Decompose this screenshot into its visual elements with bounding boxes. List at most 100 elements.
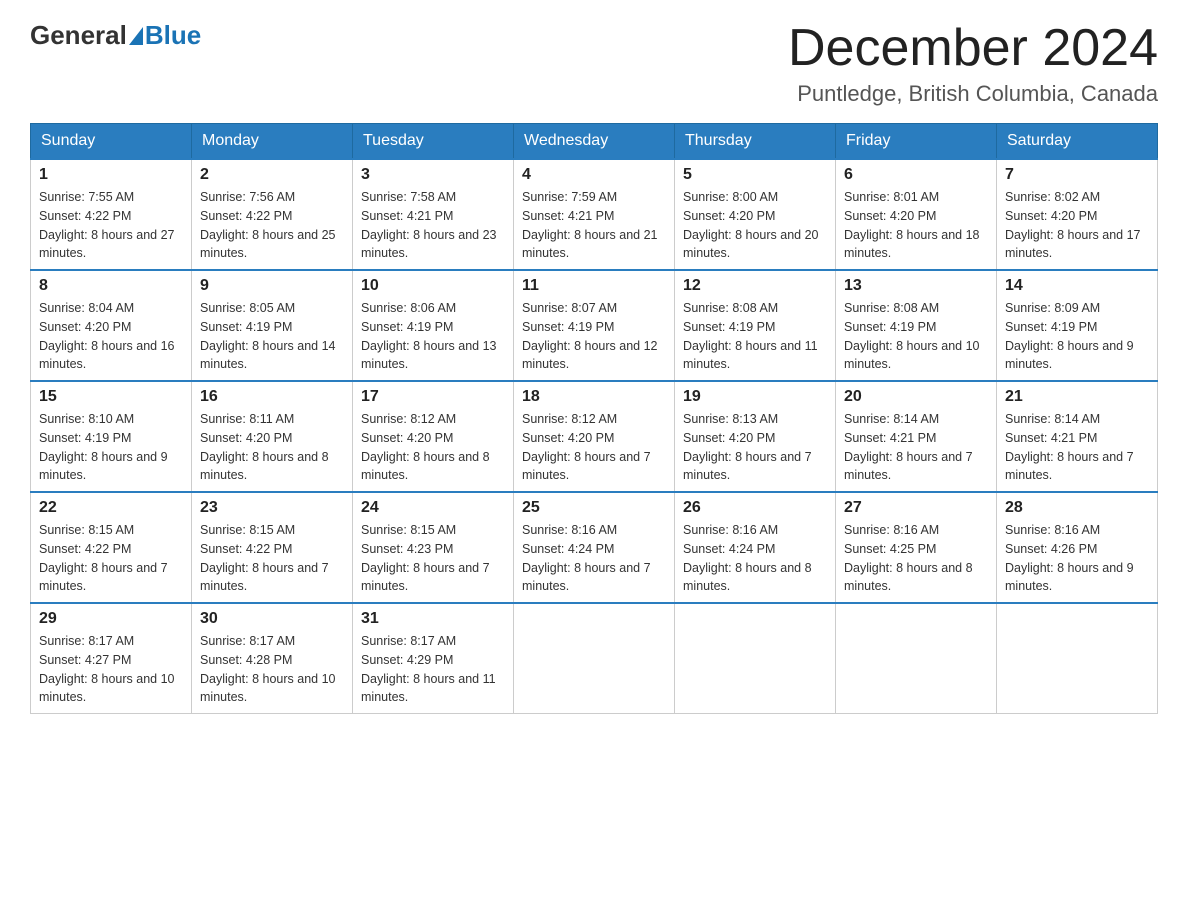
- col-monday: Monday: [192, 124, 353, 160]
- day-number: 4: [522, 166, 666, 184]
- day-info: Sunrise: 8:05 AM Sunset: 4:19 PM Dayligh…: [200, 299, 344, 374]
- day-number: 1: [39, 166, 183, 184]
- day-number: 26: [683, 499, 827, 517]
- day-info: Sunrise: 7:59 AM Sunset: 4:21 PM Dayligh…: [522, 188, 666, 263]
- day-number: 10: [361, 277, 505, 295]
- day-number: 22: [39, 499, 183, 517]
- day-info: Sunrise: 8:15 AM Sunset: 4:22 PM Dayligh…: [39, 521, 183, 596]
- day-number: 29: [39, 610, 183, 628]
- day-info: Sunrise: 8:09 AM Sunset: 4:19 PM Dayligh…: [1005, 299, 1149, 374]
- week-row-3: 15 Sunrise: 8:10 AM Sunset: 4:19 PM Dayl…: [31, 381, 1158, 492]
- day-number: 21: [1005, 388, 1149, 406]
- table-row: 11 Sunrise: 8:07 AM Sunset: 4:19 PM Dayl…: [514, 270, 675, 381]
- week-row-5: 29 Sunrise: 8:17 AM Sunset: 4:27 PM Dayl…: [31, 603, 1158, 714]
- day-info: Sunrise: 8:15 AM Sunset: 4:23 PM Dayligh…: [361, 521, 505, 596]
- day-number: 7: [1005, 166, 1149, 184]
- col-wednesday: Wednesday: [514, 124, 675, 160]
- table-row: 28 Sunrise: 8:16 AM Sunset: 4:26 PM Dayl…: [997, 492, 1158, 603]
- logo-blue-text: Blue: [145, 20, 201, 51]
- day-number: 27: [844, 499, 988, 517]
- table-row: 2 Sunrise: 7:56 AM Sunset: 4:22 PM Dayli…: [192, 159, 353, 270]
- table-row: 5 Sunrise: 8:00 AM Sunset: 4:20 PM Dayli…: [675, 159, 836, 270]
- day-info: Sunrise: 7:56 AM Sunset: 4:22 PM Dayligh…: [200, 188, 344, 263]
- logo-triangle-icon: [129, 27, 143, 45]
- table-row: 18 Sunrise: 8:12 AM Sunset: 4:20 PM Dayl…: [514, 381, 675, 492]
- day-number: 3: [361, 166, 505, 184]
- table-row: [675, 603, 836, 714]
- table-row: 9 Sunrise: 8:05 AM Sunset: 4:19 PM Dayli…: [192, 270, 353, 381]
- day-number: 24: [361, 499, 505, 517]
- day-info: Sunrise: 8:01 AM Sunset: 4:20 PM Dayligh…: [844, 188, 988, 263]
- day-number: 18: [522, 388, 666, 406]
- table-row: 3 Sunrise: 7:58 AM Sunset: 4:21 PM Dayli…: [353, 159, 514, 270]
- day-number: 16: [200, 388, 344, 406]
- title-area: December 2024 Puntledge, British Columbi…: [788, 20, 1158, 107]
- calendar-table: Sunday Monday Tuesday Wednesday Thursday…: [30, 123, 1158, 714]
- table-row: 21 Sunrise: 8:14 AM Sunset: 4:21 PM Dayl…: [997, 381, 1158, 492]
- day-info: Sunrise: 8:16 AM Sunset: 4:24 PM Dayligh…: [683, 521, 827, 596]
- table-row: [836, 603, 997, 714]
- day-info: Sunrise: 8:17 AM Sunset: 4:29 PM Dayligh…: [361, 632, 505, 707]
- page-header: General Blue December 2024 Puntledge, Br…: [30, 20, 1158, 107]
- day-info: Sunrise: 8:13 AM Sunset: 4:20 PM Dayligh…: [683, 410, 827, 485]
- day-info: Sunrise: 8:08 AM Sunset: 4:19 PM Dayligh…: [844, 299, 988, 374]
- day-info: Sunrise: 8:06 AM Sunset: 4:19 PM Dayligh…: [361, 299, 505, 374]
- table-row: 27 Sunrise: 8:16 AM Sunset: 4:25 PM Dayl…: [836, 492, 997, 603]
- day-number: 30: [200, 610, 344, 628]
- table-row: 19 Sunrise: 8:13 AM Sunset: 4:20 PM Dayl…: [675, 381, 836, 492]
- day-info: Sunrise: 8:11 AM Sunset: 4:20 PM Dayligh…: [200, 410, 344, 485]
- day-number: 5: [683, 166, 827, 184]
- table-row: 26 Sunrise: 8:16 AM Sunset: 4:24 PM Dayl…: [675, 492, 836, 603]
- day-info: Sunrise: 8:12 AM Sunset: 4:20 PM Dayligh…: [522, 410, 666, 485]
- day-info: Sunrise: 8:17 AM Sunset: 4:28 PM Dayligh…: [200, 632, 344, 707]
- day-number: 19: [683, 388, 827, 406]
- table-row: 31 Sunrise: 8:17 AM Sunset: 4:29 PM Dayl…: [353, 603, 514, 714]
- day-number: 23: [200, 499, 344, 517]
- table-row: 4 Sunrise: 7:59 AM Sunset: 4:21 PM Dayli…: [514, 159, 675, 270]
- table-row: 6 Sunrise: 8:01 AM Sunset: 4:20 PM Dayli…: [836, 159, 997, 270]
- table-row: 25 Sunrise: 8:16 AM Sunset: 4:24 PM Dayl…: [514, 492, 675, 603]
- day-number: 6: [844, 166, 988, 184]
- table-row: 13 Sunrise: 8:08 AM Sunset: 4:19 PM Dayl…: [836, 270, 997, 381]
- week-row-4: 22 Sunrise: 8:15 AM Sunset: 4:22 PM Dayl…: [31, 492, 1158, 603]
- table-row: 15 Sunrise: 8:10 AM Sunset: 4:19 PM Dayl…: [31, 381, 192, 492]
- day-info: Sunrise: 8:15 AM Sunset: 4:22 PM Dayligh…: [200, 521, 344, 596]
- table-row: 8 Sunrise: 8:04 AM Sunset: 4:20 PM Dayli…: [31, 270, 192, 381]
- day-info: Sunrise: 8:16 AM Sunset: 4:25 PM Dayligh…: [844, 521, 988, 596]
- table-row: 24 Sunrise: 8:15 AM Sunset: 4:23 PM Dayl…: [353, 492, 514, 603]
- week-row-1: 1 Sunrise: 7:55 AM Sunset: 4:22 PM Dayli…: [31, 159, 1158, 270]
- day-number: 15: [39, 388, 183, 406]
- day-number: 11: [522, 277, 666, 295]
- table-row: 17 Sunrise: 8:12 AM Sunset: 4:20 PM Dayl…: [353, 381, 514, 492]
- table-row: 29 Sunrise: 8:17 AM Sunset: 4:27 PM Dayl…: [31, 603, 192, 714]
- day-info: Sunrise: 8:10 AM Sunset: 4:19 PM Dayligh…: [39, 410, 183, 485]
- week-row-2: 8 Sunrise: 8:04 AM Sunset: 4:20 PM Dayli…: [31, 270, 1158, 381]
- col-friday: Friday: [836, 124, 997, 160]
- day-info: Sunrise: 7:58 AM Sunset: 4:21 PM Dayligh…: [361, 188, 505, 263]
- col-thursday: Thursday: [675, 124, 836, 160]
- day-info: Sunrise: 8:16 AM Sunset: 4:24 PM Dayligh…: [522, 521, 666, 596]
- day-info: Sunrise: 8:08 AM Sunset: 4:19 PM Dayligh…: [683, 299, 827, 374]
- table-row: 14 Sunrise: 8:09 AM Sunset: 4:19 PM Dayl…: [997, 270, 1158, 381]
- logo-general-text: General: [30, 20, 127, 51]
- logo: General Blue: [30, 20, 201, 51]
- table-row: 22 Sunrise: 8:15 AM Sunset: 4:22 PM Dayl…: [31, 492, 192, 603]
- table-row: 10 Sunrise: 8:06 AM Sunset: 4:19 PM Dayl…: [353, 270, 514, 381]
- day-info: Sunrise: 8:14 AM Sunset: 4:21 PM Dayligh…: [1005, 410, 1149, 485]
- table-row: 1 Sunrise: 7:55 AM Sunset: 4:22 PM Dayli…: [31, 159, 192, 270]
- calendar-header-row: Sunday Monday Tuesday Wednesday Thursday…: [31, 124, 1158, 160]
- day-info: Sunrise: 8:14 AM Sunset: 4:21 PM Dayligh…: [844, 410, 988, 485]
- table-row: 12 Sunrise: 8:08 AM Sunset: 4:19 PM Dayl…: [675, 270, 836, 381]
- day-info: Sunrise: 8:07 AM Sunset: 4:19 PM Dayligh…: [522, 299, 666, 374]
- day-number: 31: [361, 610, 505, 628]
- day-number: 9: [200, 277, 344, 295]
- day-number: 12: [683, 277, 827, 295]
- table-row: 16 Sunrise: 8:11 AM Sunset: 4:20 PM Dayl…: [192, 381, 353, 492]
- day-info: Sunrise: 8:04 AM Sunset: 4:20 PM Dayligh…: [39, 299, 183, 374]
- day-number: 28: [1005, 499, 1149, 517]
- col-sunday: Sunday: [31, 124, 192, 160]
- table-row: [997, 603, 1158, 714]
- day-info: Sunrise: 8:17 AM Sunset: 4:27 PM Dayligh…: [39, 632, 183, 707]
- day-number: 17: [361, 388, 505, 406]
- day-number: 13: [844, 277, 988, 295]
